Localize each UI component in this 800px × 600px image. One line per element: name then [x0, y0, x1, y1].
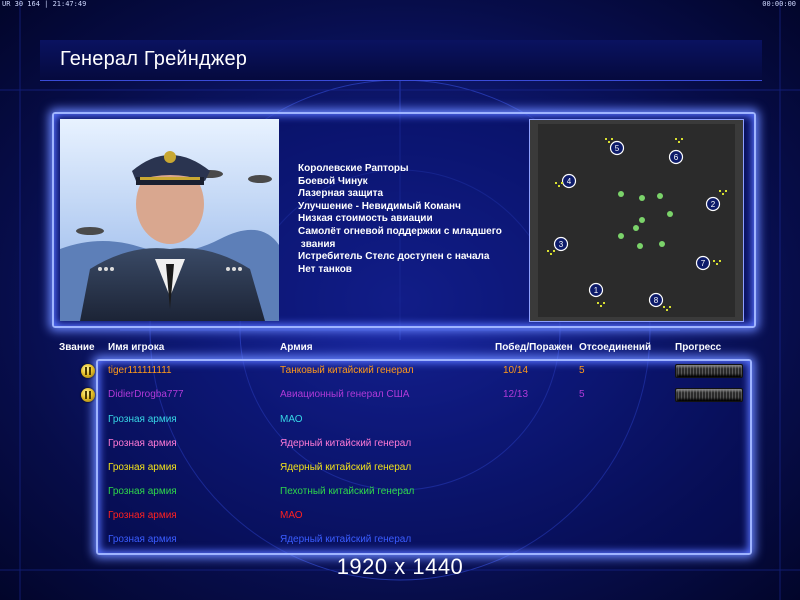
tree-cluster	[659, 241, 665, 247]
player-army: МАО	[280, 510, 303, 521]
player-progress-bar	[675, 364, 743, 378]
header-army: Армия	[280, 342, 313, 353]
tree-cluster	[639, 217, 645, 223]
tree-cluster	[657, 193, 663, 199]
player-name: Грозная армия	[108, 486, 177, 497]
resource-node	[605, 138, 607, 140]
header-wins-losses: Побед/Поражен	[495, 342, 573, 353]
tree-cluster	[667, 211, 673, 217]
resolution-label: 1920 x 1440	[336, 554, 464, 579]
feature-item: Лазерная защита	[298, 188, 384, 200]
player-army: Ядерный китайский генерал	[280, 462, 412, 473]
rank-medal-icon	[81, 364, 95, 378]
resource-node	[678, 141, 680, 143]
feature-item: Самолёт огневой поддержки с младшего	[298, 225, 502, 237]
tree-cluster	[618, 233, 624, 239]
resource-node	[603, 302, 605, 304]
resource-node	[608, 141, 610, 143]
resource-node	[675, 138, 677, 140]
players-table	[96, 359, 752, 555]
resource-node	[666, 309, 668, 311]
resource-node	[722, 193, 724, 195]
player-disconnects: 5	[579, 365, 585, 376]
player-army: МАО	[280, 414, 303, 425]
player-name: tiger111111111	[108, 365, 172, 376]
resource-node	[725, 190, 727, 192]
player-army: Ядерный китайский генерал	[280, 534, 412, 545]
tree-cluster	[633, 225, 639, 231]
player-name: Грозная армия	[108, 438, 177, 449]
resource-node	[600, 305, 602, 307]
resource-node	[550, 253, 552, 255]
start-position-label: 4	[567, 177, 572, 186]
tree-cluster	[637, 243, 643, 249]
player-army: Танковый китайский генерал	[280, 365, 414, 376]
player-name: DidierDrogba777	[108, 389, 184, 400]
resource-node	[719, 190, 721, 192]
feature-item: Низкая стоимость авиации	[298, 213, 433, 225]
rank-medal-icon	[81, 388, 95, 402]
tree-cluster	[618, 191, 624, 197]
minimap-svg: 1 2 3 4 5 6 7 8	[547, 138, 727, 311]
start-position-label: 6	[674, 153, 679, 162]
feature-item: Нет танков	[298, 263, 352, 275]
player-disconnects: 5	[579, 389, 585, 400]
feature-item: звания	[298, 238, 336, 250]
player-army: Ядерный китайский генерал	[280, 438, 412, 449]
resource-node	[553, 250, 555, 252]
minimap-field: 1 2 3 4 5 6 7 8	[538, 124, 735, 317]
start-position-label: 8	[654, 296, 659, 305]
resource-node	[713, 260, 715, 262]
feature-item: Королевские Рапторы	[298, 163, 409, 174]
minimap: 1 2 3 4 5 6 7 8	[529, 119, 744, 322]
start-position-label: 1	[594, 286, 599, 295]
player-name: Грозная армия	[108, 534, 177, 545]
page-title: Генерал Грейнджер	[60, 48, 248, 70]
start-position-label: 7	[701, 259, 706, 268]
status-bar-clock: 00:00:00	[762, 0, 796, 8]
general-features-list: Королевские Рапторы Боевой Чинук Лазерна…	[298, 163, 502, 276]
header-player: Имя игрока	[108, 342, 165, 353]
player-army: Пехотный китайский генерал	[280, 486, 415, 497]
feature-item: Улучшение - Невидимый Команч	[298, 200, 461, 212]
resource-node	[719, 260, 721, 262]
resource-node	[663, 306, 665, 308]
tree-cluster	[639, 195, 645, 201]
general-portrait	[60, 119, 279, 321]
status-bar-left: UR 30 164 | 21:47:49	[2, 0, 87, 8]
resource-node	[681, 138, 683, 140]
header-progress: Прогресс	[675, 342, 722, 353]
resource-node	[669, 306, 671, 308]
feature-item: Боевой Чинук	[298, 175, 368, 187]
player-progress-bar	[675, 388, 743, 402]
start-position-label: 5	[615, 144, 620, 153]
resource-node	[547, 250, 549, 252]
feature-item: Истребитель Стелс доступен с начала	[298, 251, 490, 263]
player-army: Авиационный генерал США	[280, 389, 410, 400]
start-position-label: 2	[711, 200, 716, 209]
resource-node	[555, 182, 557, 184]
header-disconnects: Отсоединений	[579, 342, 652, 353]
resource-node	[558, 185, 560, 187]
player-name: Грозная армия	[108, 414, 177, 425]
start-position-label: 3	[559, 240, 564, 249]
resource-node	[611, 138, 613, 140]
player-wins-losses: 10/14	[503, 365, 529, 376]
resource-node	[716, 263, 718, 265]
resource-node	[597, 302, 599, 304]
player-name: Грозная армия	[108, 510, 177, 521]
player-wins-losses: 12/13	[503, 389, 529, 400]
header-rank: Звание	[59, 342, 95, 353]
resource-node	[561, 182, 563, 184]
player-name: Грозная армия	[108, 462, 177, 473]
